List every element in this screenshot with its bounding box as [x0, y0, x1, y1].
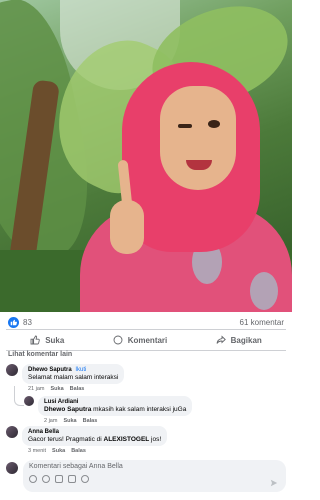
view-more-comments[interactable]: Lihat komentar lain [8, 351, 72, 358]
comment-text-prefix: Gacor terus! Pragmatic di [28, 436, 104, 443]
comment-reply-button[interactable]: Balas [83, 418, 98, 424]
comment-meta: 21 jam Suka Balas [28, 386, 124, 392]
comment-time: 21 jam [28, 386, 45, 392]
reply-item: Lusi Ardiani Dhewo Saputra mkasih kak sa… [24, 396, 193, 424]
comment-like-button[interactable]: Suka [52, 448, 65, 454]
emoji-icon[interactable] [42, 475, 50, 483]
person-eye [178, 124, 192, 128]
comment-count[interactable]: 61 komentar [240, 318, 284, 327]
like-count: 83 [23, 317, 32, 327]
follow-link[interactable]: Ikuti [75, 367, 86, 373]
person-hand [110, 200, 144, 254]
gif-icon[interactable] [68, 475, 76, 483]
comment-meta: 2 jam Suka Balas [44, 418, 192, 424]
comment-author[interactable]: Dhewo Saputra [28, 367, 72, 373]
composer-tools [29, 475, 280, 483]
comment-like-button[interactable]: Suka [51, 386, 64, 392]
comment-composer: Komentari sebagai Anna Bella [6, 460, 286, 492]
like-button[interactable]: Suka [30, 335, 64, 345]
avatar[interactable] [24, 396, 34, 406]
comment-author[interactable]: Anna Bella [28, 429, 161, 435]
comment-text-suffix: jos! [149, 436, 162, 443]
like-label: Suka [45, 335, 65, 345]
comment-placeholder: Komentari sebagai Anna Bella [29, 463, 123, 470]
comment-icon [113, 335, 123, 345]
comment-input[interactable]: Komentari sebagai Anna Bella [23, 460, 286, 492]
shirt-pattern [250, 272, 278, 310]
comment-text-body: mkasih kak salam interaksi juGa [91, 406, 187, 413]
comment-time: 3 menit [28, 448, 47, 454]
comment-time: 2 jam [44, 418, 58, 424]
like-icon [8, 316, 19, 328]
like-summary[interactable]: 83 [8, 316, 32, 328]
like-icon [30, 335, 40, 345]
comment-bubble: Anna Bella Gacor terus! Pragmatic di ALE… [22, 426, 168, 446]
avatar[interactable] [6, 426, 18, 438]
person-eye [208, 120, 220, 128]
post-photo[interactable] [0, 0, 292, 312]
comment-bubble: Lusi Ardiani Dhewo Saputra mkasih kak sa… [38, 396, 193, 416]
comment-text: Gacor terus! Pragmatic di ALEXISTOGEL jo… [28, 436, 161, 443]
comment-meta: 3 menit Suka Balas [28, 448, 167, 454]
comment-item: Anna Bella Gacor terus! Pragmatic di ALE… [6, 426, 168, 454]
avatar-sticker-icon[interactable] [29, 475, 37, 483]
comment-bubble: Dhewo Saputra Ikuti Selamat malam salam … [22, 364, 125, 384]
comment-button[interactable]: Komentari [113, 335, 168, 345]
avatar[interactable] [6, 364, 18, 376]
comment-author-row: Dhewo Saputra Ikuti [28, 367, 118, 373]
share-label: Bagikan [230, 335, 262, 345]
comment-like-button[interactable]: Suka [63, 418, 76, 424]
sticker-icon[interactable] [81, 475, 89, 483]
avatar[interactable] [6, 462, 18, 474]
comment-label: Komentari [127, 335, 168, 345]
reply-thread-line [14, 386, 24, 406]
post-actions: Suka Komentari Bagikan [6, 329, 286, 351]
comment-text: Selamat malam salam interaksi [28, 374, 119, 381]
comment-reply-button[interactable]: Balas [71, 448, 86, 454]
comment-text-bold: ALEXISTOGEL [103, 436, 150, 443]
person-face [160, 86, 236, 190]
camera-icon[interactable] [55, 475, 63, 483]
comment-text: Dhewo Saputra mkasih kak salam interaksi… [44, 406, 186, 413]
send-icon[interactable] [270, 479, 278, 487]
share-button[interactable]: Bagikan [216, 335, 262, 345]
comment-author[interactable]: Lusi Ardiani [44, 399, 186, 405]
comment-reply-button[interactable]: Balas [70, 386, 85, 392]
share-icon [216, 335, 226, 344]
comment-mention[interactable]: Dhewo Saputra [44, 406, 91, 413]
